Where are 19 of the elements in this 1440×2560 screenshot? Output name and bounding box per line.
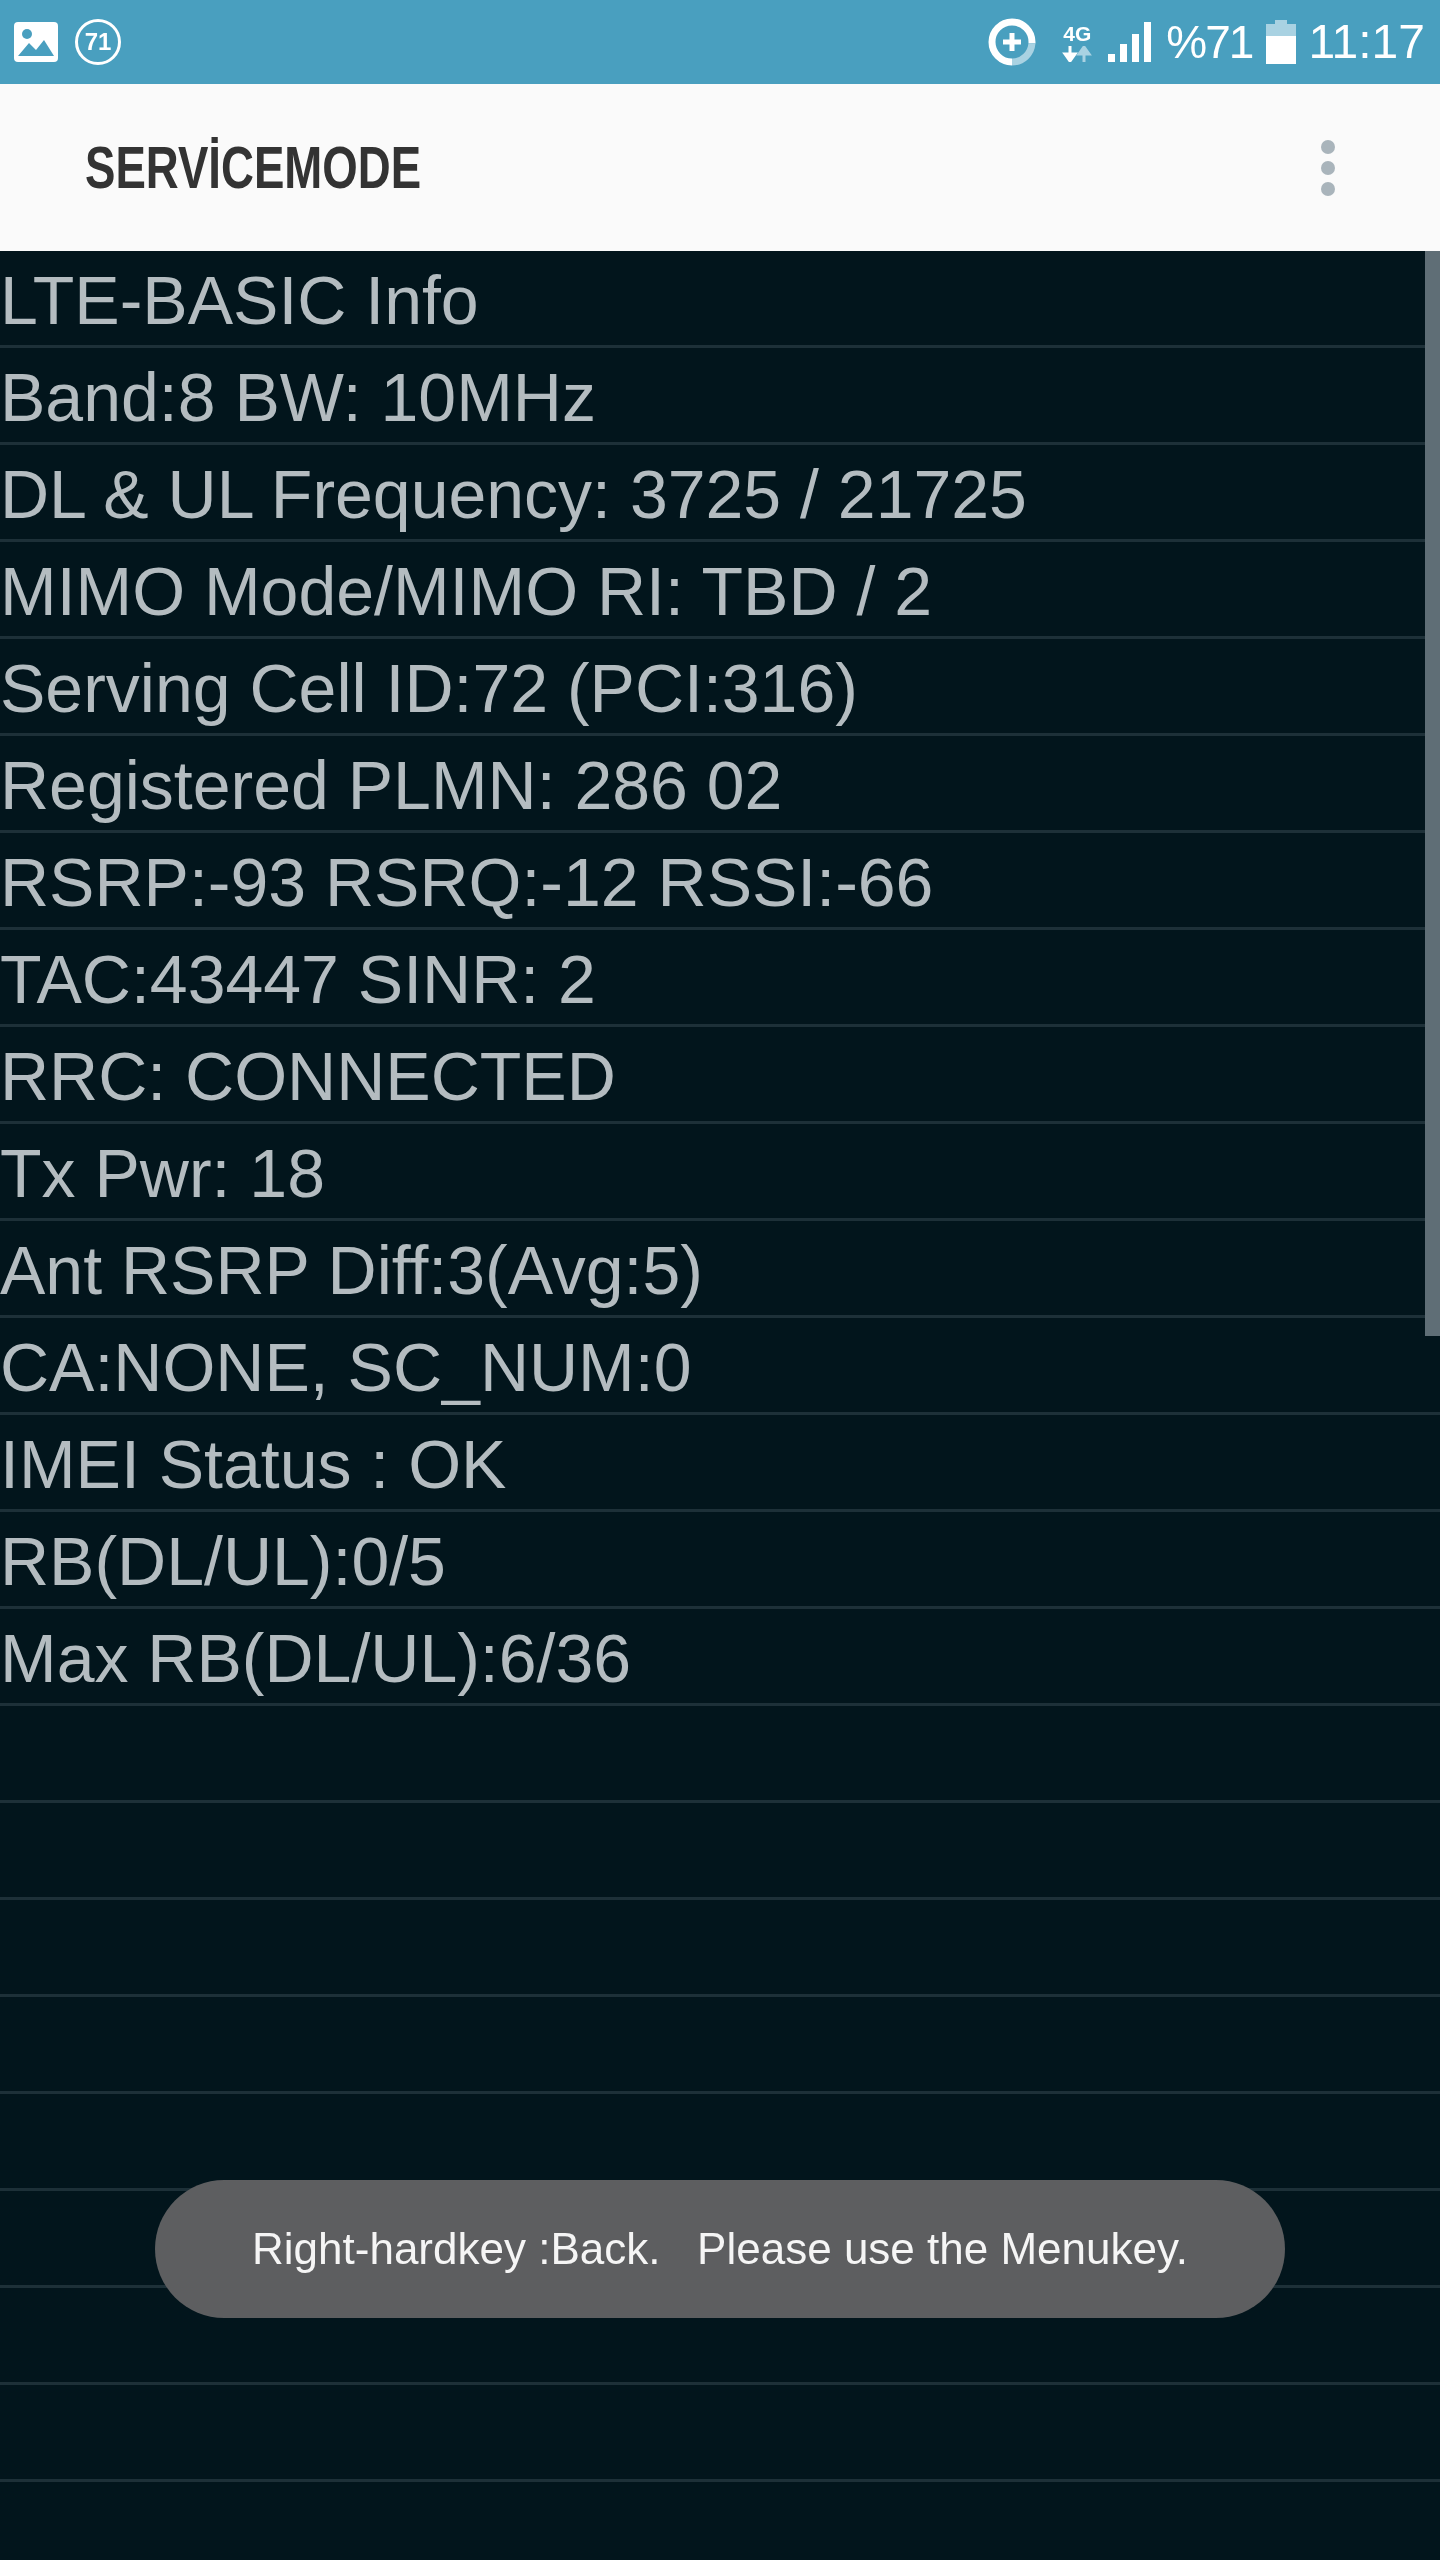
info-text: RRC: CONNECTED [0,1041,616,1110]
toast-message: Right-hardkey :Back. Please use the Menukey. [155,2180,1285,2318]
notification-count: 71 [75,19,121,65]
scrollbar-thumb[interactable] [1425,251,1440,1336]
info-text: Tx Pwr: 18 [0,1138,325,1207]
battery-icon [1266,20,1297,64]
image-icon [14,22,58,62]
info-text: MIMO Mode/MIMO RI: TBD / 2 [0,556,932,625]
app-title: SERVİCEMODE [85,137,422,198]
more-options-icon[interactable] [1320,138,1336,197]
signal-icon [1108,22,1153,62]
info-text: IMEI Status : OK [0,1429,507,1498]
info-text: Band:8 BW: 10MHz [0,362,596,431]
battery-percentage: %71 [1166,19,1253,65]
clock-time: 11:17 [1308,18,1425,66]
data-arrows-icon [1062,45,1093,62]
info-text: LTE-BASIC Info [0,265,479,334]
info-text: TAC:43447 SINR: 2 [0,944,596,1013]
network-type: 4G [1063,22,1092,44]
